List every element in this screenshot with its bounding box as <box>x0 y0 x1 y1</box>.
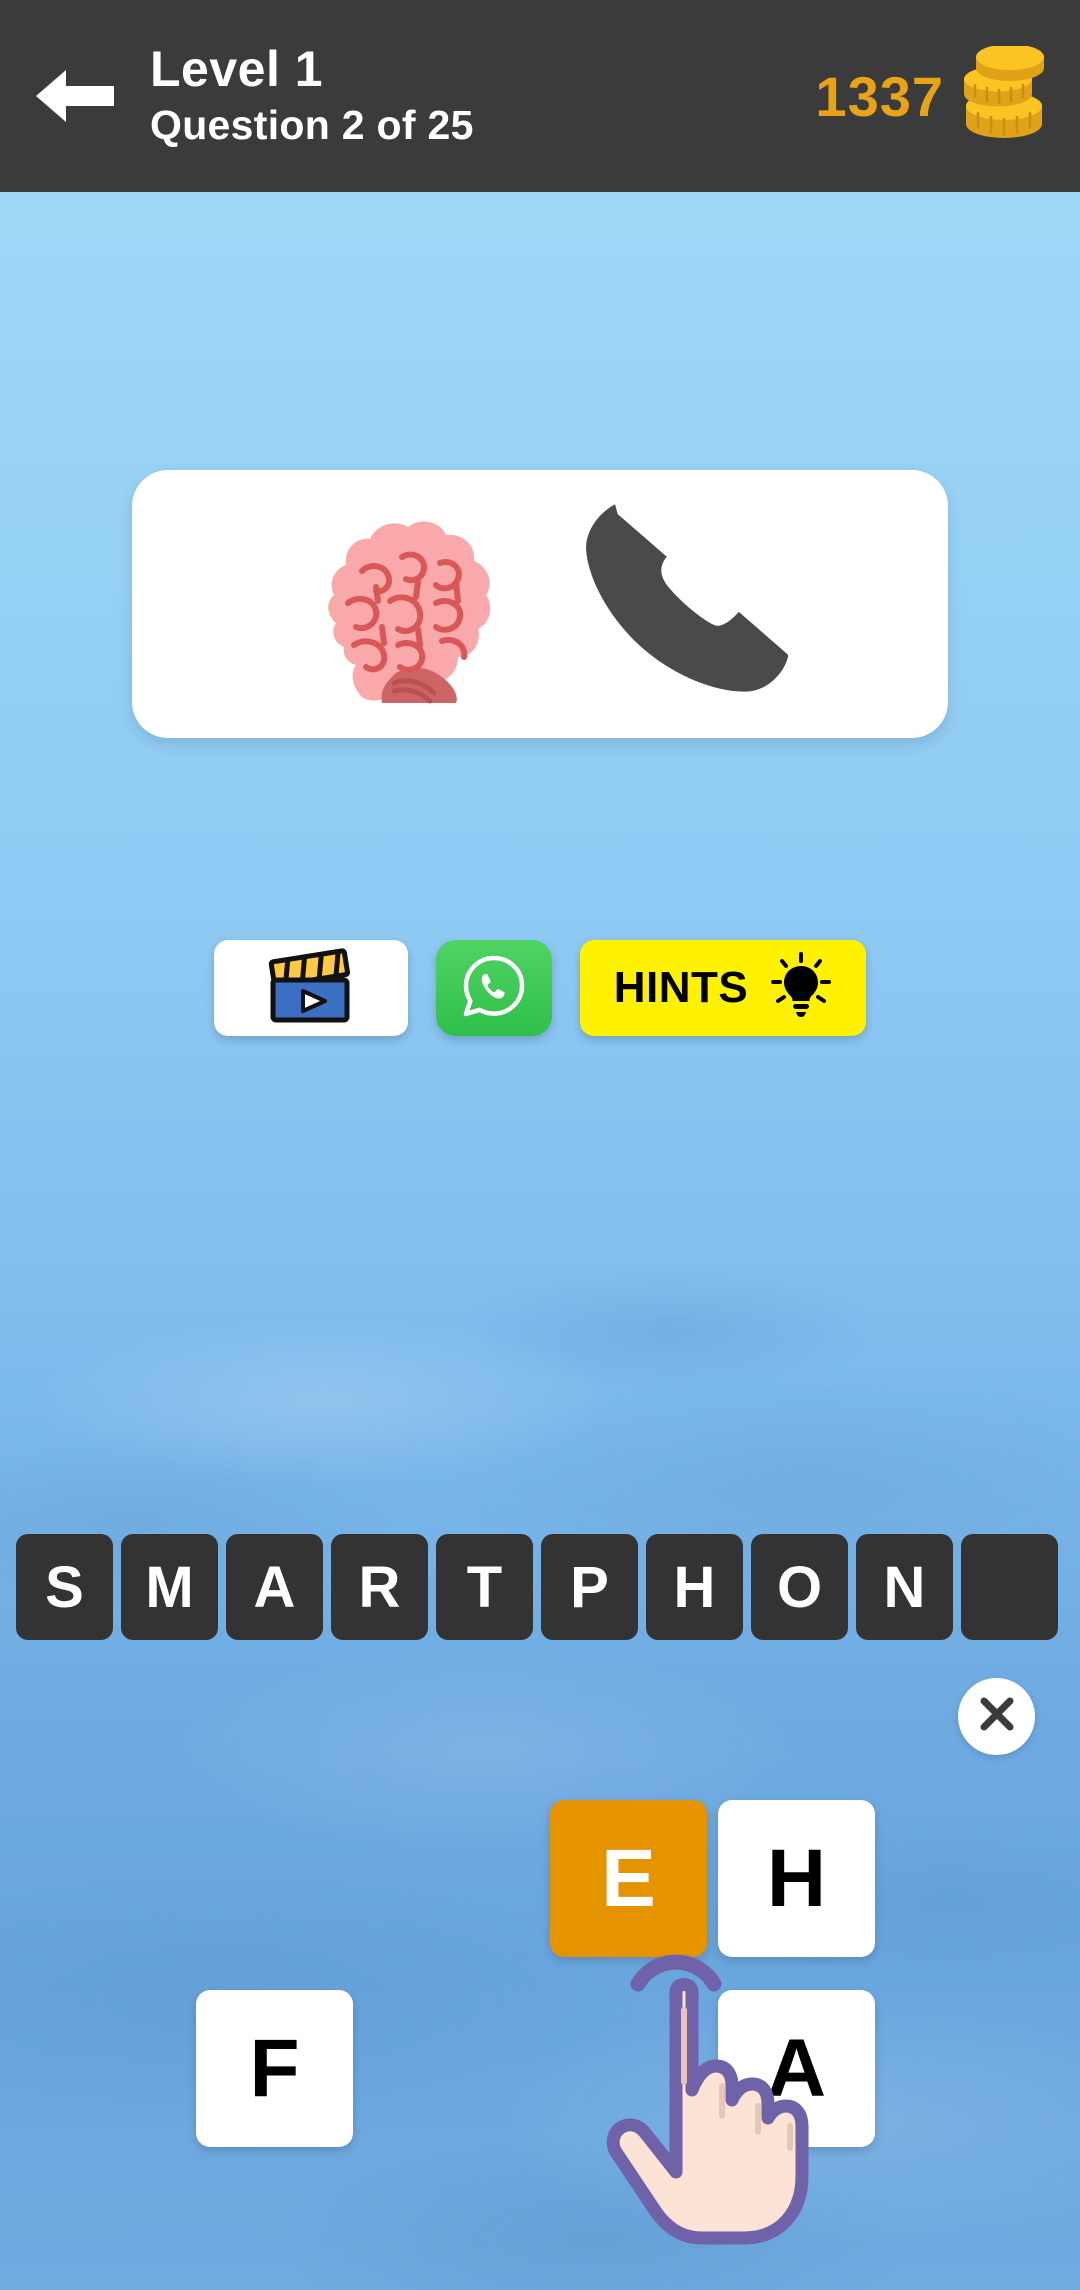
close-button[interactable] <box>958 1678 1035 1755</box>
letter-tile-f[interactable]: F <box>196 1990 353 2147</box>
brain-emoji <box>290 497 540 712</box>
answer-slot[interactable]: M <box>121 1534 218 1640</box>
lightbulb-icon <box>770 951 832 1025</box>
answer-slot[interactable]: O <box>751 1534 848 1640</box>
coin-stack-icon <box>958 43 1050 147</box>
answer-slot[interactable]: T <box>436 1534 533 1640</box>
header-title-block: Level 1 Question 2 of 25 <box>150 41 815 150</box>
answer-slot[interactable]: S <box>16 1534 113 1640</box>
coin-balance[interactable]: 1337 <box>815 43 1080 147</box>
back-button[interactable] <box>0 0 150 192</box>
whatsapp-icon <box>460 952 528 1025</box>
cloud-texture <box>0 0 1080 2290</box>
telephone-receiver-emoji <box>570 492 790 717</box>
answer-slot[interactable]: P <box>541 1534 638 1640</box>
close-x-icon <box>976 1693 1018 1740</box>
watch-video-button[interactable] <box>213 940 408 1036</box>
clapperboard-video-icon <box>265 946 357 1031</box>
app-header: Level 1 Question 2 of 25 1337 <box>0 0 1080 192</box>
arrow-left-icon <box>32 64 118 128</box>
hints-button-label: HINTS <box>613 963 749 1012</box>
answer-slot[interactable] <box>961 1534 1058 1640</box>
answer-slot[interactable]: N <box>856 1534 953 1640</box>
page-title: Level 1 <box>150 41 324 98</box>
answer-slots-row: S M A R T P H O N <box>16 1534 1064 1640</box>
letter-tile-e[interactable]: E <box>550 1800 707 1957</box>
question-progress: Question 2 of 25 <box>150 102 474 149</box>
letter-tile-h[interactable]: H <box>718 1800 875 1957</box>
action-buttons-row: HINTS <box>0 940 1080 1036</box>
answer-slot[interactable]: H <box>646 1534 743 1640</box>
hints-button[interactable]: HINTS <box>579 940 867 1036</box>
whatsapp-share-button[interactable] <box>435 940 552 1036</box>
puzzle-card <box>132 470 948 738</box>
answer-slot[interactable]: R <box>331 1534 428 1640</box>
letter-tile-a[interactable]: A <box>718 1990 875 2147</box>
answer-slot[interactable]: A <box>226 1534 323 1640</box>
coin-count-label: 1337 <box>815 64 944 128</box>
